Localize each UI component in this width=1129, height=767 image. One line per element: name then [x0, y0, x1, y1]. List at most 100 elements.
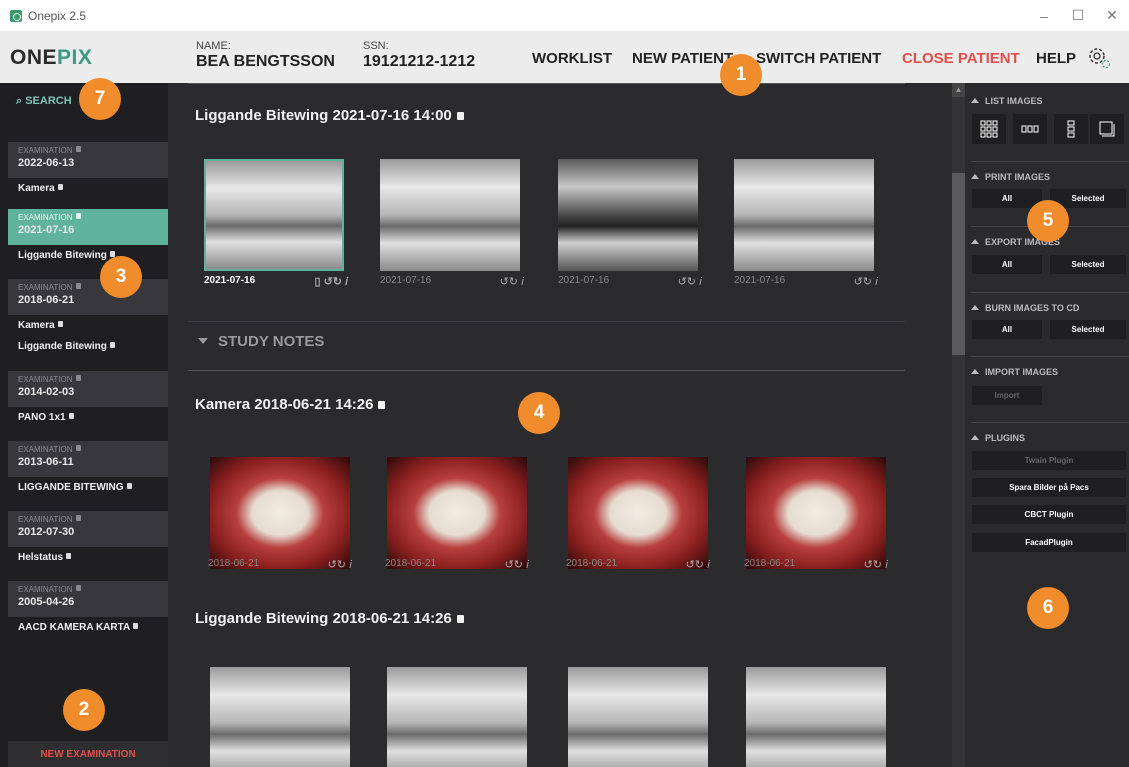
study-notes-toggle[interactable]: STUDY NOTES	[198, 333, 324, 350]
search-button[interactable]: ⌕ SEARCH	[16, 95, 72, 108]
rotate-info-icon[interactable]: ↺↻ 𝑖	[854, 275, 878, 289]
burn-selected-button[interactable]: Selected	[1050, 320, 1126, 339]
plugins-header[interactable]: PLUGINS	[971, 433, 1025, 443]
thumbnail-info: 2018-06-21 ↺↻ 𝑖	[385, 558, 529, 572]
rotate-info-icon[interactable]: ↺↻ 𝑖	[500, 275, 524, 289]
exam-series-item[interactable]: Helstatus	[8, 547, 168, 568]
print-all-button[interactable]: All	[972, 189, 1042, 208]
search-label: SEARCH	[25, 95, 72, 107]
exam-series-item[interactable]: AACD KAMERA KARTA	[8, 617, 168, 638]
exam-series-item[interactable]: PANO 1x1	[8, 407, 168, 428]
stack-layout-icon[interactable]	[1090, 114, 1124, 144]
exam-2012-07-30[interactable]: EXAMINATION 2012-07-30 Helstatus	[8, 511, 168, 568]
xray-thumbnail[interactable]	[746, 667, 886, 767]
rotate-info-icon[interactable]: ↺↻ 𝑖	[864, 558, 888, 572]
column-layout-icon[interactable]	[1054, 114, 1088, 144]
divider	[971, 292, 1129, 293]
xray-thumbnail[interactable]	[387, 667, 527, 767]
cbct-plugin-button[interactable]: CBCT Plugin	[972, 505, 1126, 524]
rotate-info-icon[interactable]: ↺↻ 𝑖	[686, 558, 710, 572]
xray-thumbnail[interactable]	[734, 159, 874, 271]
xray-thumbnail-selected[interactable]	[204, 159, 344, 271]
exam-2018-06-21[interactable]: EXAMINATION 2018-06-21 Kamera Liggande Bi…	[8, 279, 168, 357]
list-images-header[interactable]: LIST IMAGES	[971, 96, 1043, 106]
xray-thumbnail[interactable]	[380, 159, 520, 271]
rotate-info-icon[interactable]: ▯ ↺↻ 𝑖	[314, 275, 348, 289]
xray-thumbnail[interactable]	[558, 159, 698, 271]
pacs-plugin-button[interactable]: Spara Bilder på Pacs	[972, 478, 1126, 497]
exam-header[interactable]: EXAMINATION 2014-02-03	[8, 371, 168, 407]
maximize-button[interactable]: ☐	[1061, 0, 1095, 31]
camera-thumbnail[interactable]	[746, 457, 886, 569]
thumbnail-info: 2021-07-16 ↺↻ 𝑖	[558, 275, 702, 289]
xray-thumbnail[interactable]	[210, 667, 350, 767]
series-title: Kamera 2018-06-21 14:26	[195, 396, 386, 413]
exam-2021-07-16[interactable]: EXAMINATION 2021-07-16 Liggande Bitewing	[8, 209, 168, 266]
callout-badge: 3	[100, 256, 142, 298]
callout-badge: 6	[1027, 587, 1069, 629]
exam-series-item[interactable]: Kamera	[8, 178, 168, 199]
thumbnail-info: 2018-06-21 ↺↻ 𝑖	[208, 558, 352, 572]
facad-plugin-button[interactable]: FacadPlugin	[972, 533, 1126, 552]
export-selected-button[interactable]: Selected	[1050, 255, 1126, 274]
callout-badge: 1	[720, 54, 762, 96]
row-layout-icon[interactable]	[1013, 114, 1047, 144]
export-all-button[interactable]: All	[972, 255, 1042, 274]
grid-layout-icon[interactable]	[972, 114, 1006, 144]
settings-gear-icon[interactable]	[1086, 45, 1112, 71]
patient-name-value: BEA BENGTSSON	[196, 53, 335, 70]
divider	[971, 356, 1129, 357]
camera-thumbnail[interactable]	[568, 457, 708, 569]
scroll-up-arrow[interactable]: ▲	[952, 83, 965, 97]
chevron-down-icon	[198, 338, 208, 344]
patient-ssn-label: SSN:	[363, 40, 389, 52]
minimize-button[interactable]: –	[1027, 0, 1061, 31]
exam-series-item[interactable]: LIGGANDE BITEWING	[8, 477, 168, 498]
exam-label: EXAMINATION	[18, 515, 168, 524]
close-patient-button[interactable]: CLOSE PATIENT	[902, 50, 1020, 67]
exam-header[interactable]: EXAMINATION 2013-06-11	[8, 441, 168, 477]
exam-header[interactable]: EXAMINATION 2022-06-13	[8, 142, 168, 178]
exam-header[interactable]: EXAMINATION 2012-07-30	[8, 511, 168, 547]
exam-label: EXAMINATION	[18, 213, 168, 222]
help-button[interactable]: HELP	[1036, 50, 1076, 67]
rotate-info-icon[interactable]: ↺↻ 𝑖	[505, 558, 529, 572]
thumbnail-info: 2018-06-21 ↺↻ 𝑖	[566, 558, 710, 572]
divider	[971, 161, 1129, 162]
worklist-button[interactable]: WORKLIST	[532, 50, 612, 67]
new-patient-button[interactable]: NEW PATIENT	[632, 50, 733, 67]
exam-header-selected[interactable]: EXAMINATION 2021-07-16	[8, 209, 168, 245]
exam-2005-04-26[interactable]: EXAMINATION 2005-04-26 AACD KAMERA KARTA	[8, 581, 168, 638]
thumbnail-info: 2021-07-16 ↺↻ 𝑖	[380, 275, 524, 289]
twain-plugin-button[interactable]: Twain Plugin	[972, 451, 1126, 470]
exam-series-item[interactable]: Liggande Bitewing	[8, 245, 168, 266]
switch-patient-button[interactable]: SWITCH PATIENT	[756, 50, 881, 67]
xray-thumbnail[interactable]	[568, 667, 708, 767]
thumbnail-info: 2021-07-16 ▯ ↺↻ 𝑖	[204, 275, 348, 289]
gallery-scrollbar[interactable]: ▲	[950, 83, 966, 767]
patient-name: NAME: BEA BENGTSSON	[196, 40, 335, 71]
onepix-logo: ONEPIX	[10, 46, 93, 69]
camera-thumbnail[interactable]	[210, 457, 350, 569]
burn-images-header[interactable]: BURN IMAGES TO CD	[971, 303, 1079, 313]
close-window-button[interactable]: ✕	[1095, 0, 1129, 31]
app-icon	[10, 9, 22, 22]
exam-2022-06-13[interactable]: EXAMINATION 2022-06-13 Kamera	[8, 142, 168, 199]
exam-header[interactable]: EXAMINATION 2018-06-21	[8, 279, 168, 315]
camera-thumbnail[interactable]	[387, 457, 527, 569]
exam-header[interactable]: EXAMINATION 2005-04-26	[8, 581, 168, 617]
rotate-info-icon[interactable]: ↺↻ 𝑖	[678, 275, 702, 289]
scrollbar-thumb[interactable]	[952, 173, 965, 355]
exam-series-item[interactable]: Liggande Bitewing	[8, 336, 168, 357]
import-images-header[interactable]: IMPORT IMAGES	[971, 367, 1058, 377]
exam-2013-06-11[interactable]: EXAMINATION 2013-06-11 LIGGANDE BITEWING	[8, 441, 168, 498]
exam-2014-02-03[interactable]: EXAMINATION 2014-02-03 PANO 1x1	[8, 371, 168, 428]
callout-badge: 5	[1027, 200, 1069, 242]
exam-series-item[interactable]: Kamera	[8, 315, 168, 336]
exam-label: EXAMINATION	[18, 146, 168, 155]
import-button[interactable]: Import	[972, 386, 1042, 405]
print-images-header[interactable]: PRINT IMAGES	[971, 172, 1050, 182]
burn-all-button[interactable]: All	[972, 320, 1042, 339]
rotate-info-icon[interactable]: ↺↻ 𝑖	[328, 558, 352, 572]
new-examination-button[interactable]: NEW EXAMINATION	[8, 741, 168, 767]
